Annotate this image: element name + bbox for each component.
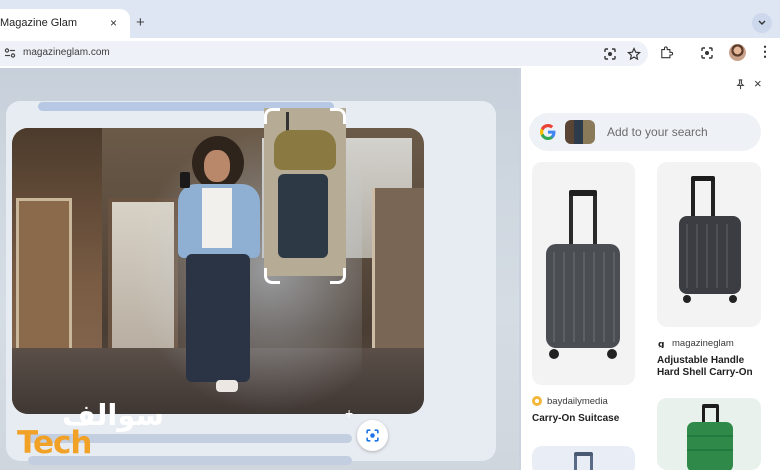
- selection-corner-top-right[interactable]: [330, 108, 346, 124]
- result-source[interactable]: magazineglam: [672, 338, 734, 349]
- pin-icon[interactable]: [735, 79, 746, 90]
- result-title[interactable]: Adjustable Handle Hard Shell Carry-On: [657, 355, 761, 379]
- chevron-down-icon: [758, 20, 766, 25]
- close-icon[interactable]: ×: [754, 76, 762, 91]
- suitcase-image: [679, 176, 741, 303]
- lens-search-button[interactable]: [357, 420, 388, 451]
- add-to-search-input[interactable]: Add to your search: [529, 113, 761, 151]
- profile-avatar[interactable]: [729, 44, 746, 61]
- extensions-icon[interactable]: [660, 46, 674, 60]
- lens-side-panel: × Add to your search baydailymedia Carry…: [521, 68, 780, 470]
- search-placeholder: Add to your search: [607, 125, 708, 139]
- site-settings-icon[interactable]: [4, 48, 16, 58]
- result-image[interactable]: [657, 398, 761, 470]
- address-bar[interactable]: magazineglam.com: [0, 41, 648, 66]
- selection-corner-bottom-right[interactable]: [330, 268, 346, 284]
- result-image[interactable]: [532, 446, 635, 470]
- star-icon[interactable]: [627, 47, 641, 61]
- source-favicon-icon: g: [658, 340, 664, 348]
- tab-magazine-glam[interactable]: Magazine Glam ×: [0, 9, 130, 38]
- watermark-tech: Tech: [17, 425, 92, 461]
- lens-icon: [366, 429, 379, 442]
- suitcase-image: [546, 190, 620, 359]
- selection-thumbnail[interactable]: [565, 120, 595, 144]
- selection-corner-top-left[interactable]: [264, 108, 280, 124]
- svg-text:g: g: [658, 340, 664, 348]
- person-phone: [180, 172, 190, 188]
- person-shoe: [216, 380, 238, 392]
- google-logo-icon: [540, 124, 556, 140]
- new-tab-button[interactable]: +: [136, 15, 145, 30]
- crosshair-cursor-icon: +: [345, 405, 354, 421]
- tab-strip: Magazine Glam × +: [0, 0, 780, 38]
- hero-photo[interactable]: [12, 128, 424, 414]
- luggage-case: [278, 174, 328, 258]
- result-image[interactable]: [657, 162, 761, 327]
- person-face: [204, 150, 230, 182]
- tab-title: Magazine Glam: [0, 17, 78, 29]
- suitcase-image: [687, 404, 733, 470]
- url-text: magazineglam.com: [23, 47, 110, 58]
- result-image[interactable]: [532, 162, 635, 385]
- photo-cabinet: [16, 198, 72, 368]
- lens-icon[interactable]: [700, 46, 714, 60]
- luggage-bag: [274, 130, 336, 170]
- tab-search-button[interactable]: [752, 13, 772, 33]
- result-title[interactable]: Carry-On Suitcase: [532, 413, 642, 425]
- kebab-menu-icon[interactable]: ⋮: [758, 44, 772, 58]
- person-shirt: [202, 188, 232, 248]
- person-pants: [186, 254, 250, 382]
- photo-person: [164, 136, 274, 406]
- tab-close-icon[interactable]: ×: [110, 16, 117, 30]
- suitcase-image: [574, 452, 593, 470]
- toolbar: magazineglam.com ⋮: [0, 38, 780, 68]
- selection-corner-bottom-left[interactable]: [264, 268, 280, 284]
- lens-icon[interactable]: [603, 47, 617, 61]
- source-favicon-icon: [532, 396, 542, 406]
- result-source[interactable]: baydailymedia: [547, 396, 608, 407]
- selected-luggage-region[interactable]: [264, 108, 346, 276]
